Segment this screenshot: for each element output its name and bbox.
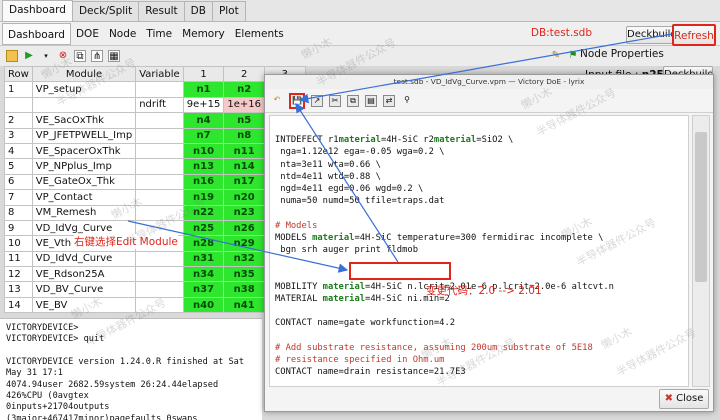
annotation-arrows bbox=[127, 33, 673, 273]
arrow-module-to-highlight bbox=[127, 220, 349, 273]
arrow-refresh-to-save bbox=[298, 33, 673, 104]
arrow-highlight-to-save bbox=[295, 102, 399, 263]
